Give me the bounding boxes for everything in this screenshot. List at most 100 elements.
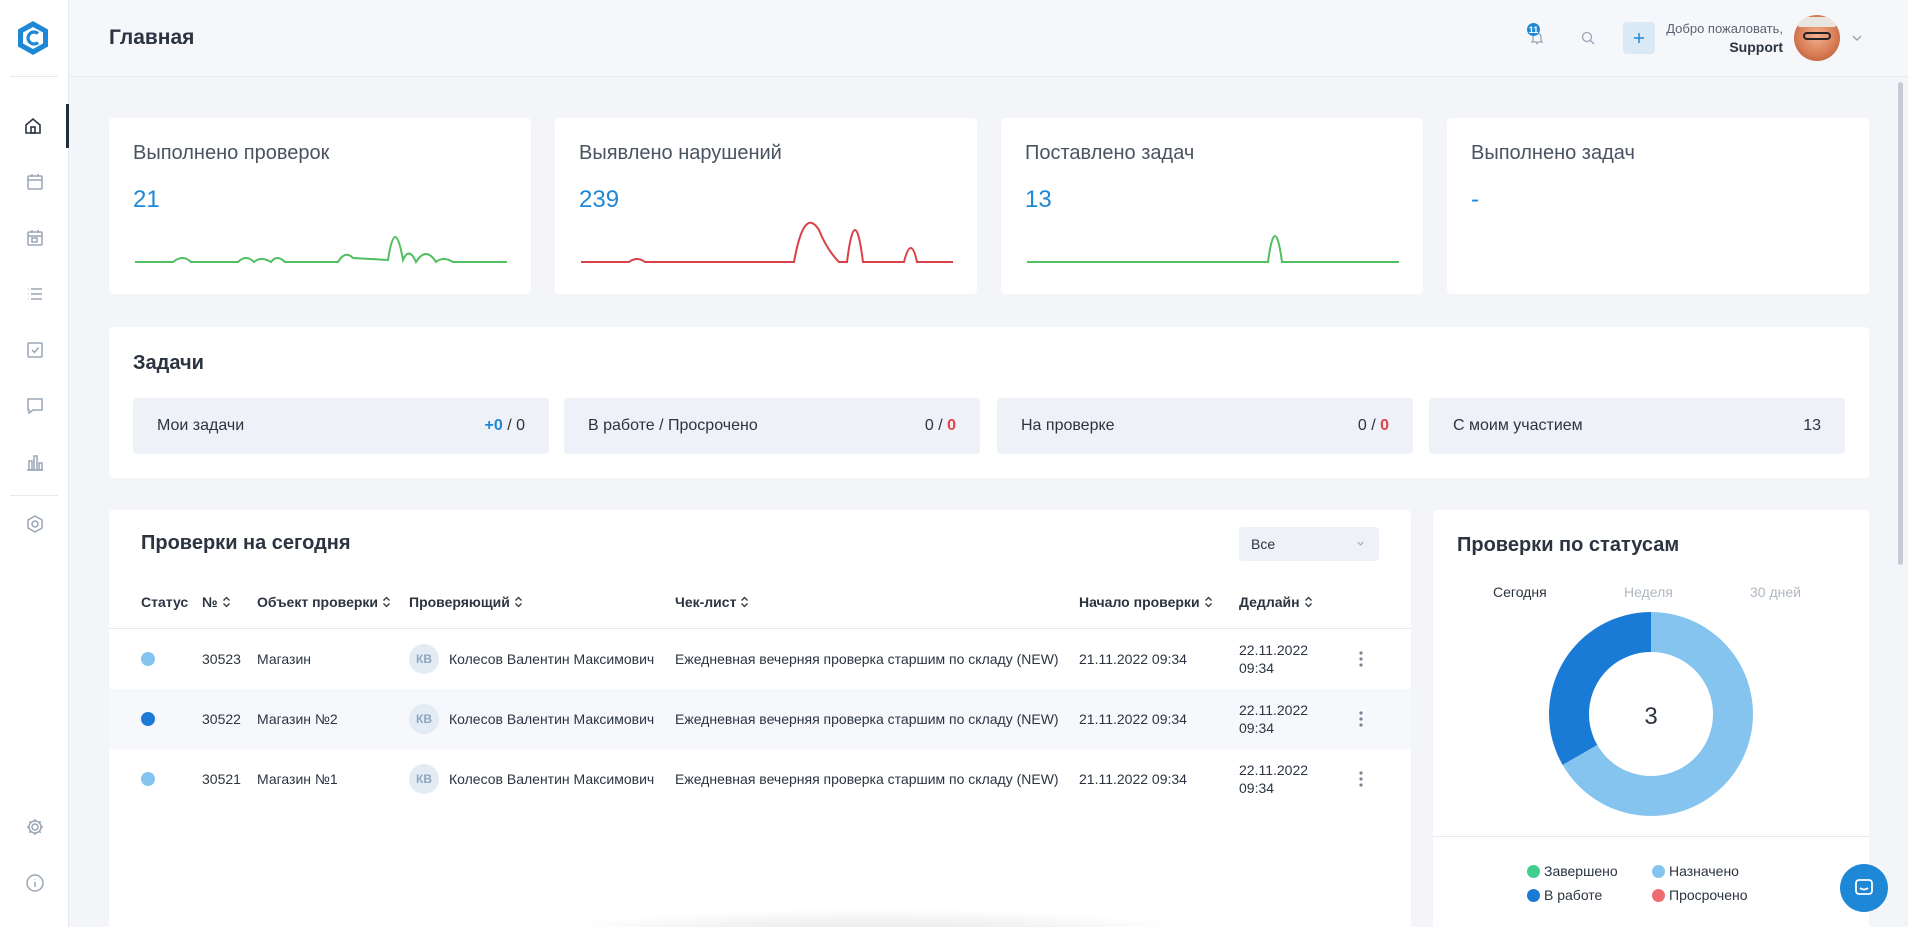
avatar[interactable] — [1794, 15, 1840, 61]
task-count: 13 — [1803, 417, 1821, 434]
chevron-down-icon — [1357, 541, 1364, 546]
cell-start: 21.11.2022 09:34 — [1079, 711, 1187, 727]
inspector-avatar: КВ — [409, 644, 439, 674]
status-dot — [141, 712, 155, 726]
chat-support-button[interactable] — [1840, 864, 1888, 912]
inspections-filter-select[interactable]: Все — [1239, 527, 1379, 561]
inspections-card: Проверки на сегодня Все Статус № Объект … — [109, 510, 1411, 927]
calendar-icon — [26, 174, 43, 190]
status-dot — [141, 772, 155, 786]
app-logo[interactable] — [17, 20, 49, 56]
column-header-object[interactable]: Объект проверки — [257, 594, 391, 610]
notifications-button[interactable]: 11 — [1521, 22, 1553, 54]
chat-icon — [1855, 879, 1873, 895]
legend-dot — [1527, 888, 1540, 902]
bar-chart-icon — [26, 455, 43, 471]
stat-card-checks-done: Выполнено проверок 21 — [109, 118, 531, 294]
legend-item-assigned: Назначено — [1652, 863, 1739, 879]
column-header-deadline[interactable]: Дедлайн — [1239, 594, 1313, 610]
sort-icon — [383, 596, 390, 608]
column-header-start[interactable]: Начало проверки — [1079, 594, 1213, 610]
status-dot — [141, 652, 155, 666]
task-label: Мои задачи — [157, 417, 245, 434]
column-header-checklist[interactable]: Чек-лист — [675, 594, 749, 610]
task-label: С моим участием — [1453, 417, 1583, 434]
page-scrollbar[interactable] — [1898, 82, 1903, 565]
inspections-title: Проверки на сегодня — [141, 532, 351, 554]
cell-start: 21.11.2022 09:34 — [1079, 771, 1187, 787]
info-icon — [25, 874, 44, 892]
search-button[interactable] — [1572, 22, 1604, 54]
tasks-title: Задачи — [133, 352, 204, 374]
tasks-card: Задачи Мои задачи +0 / 0 В работе / Прос… — [109, 327, 1869, 478]
sidebar-item-schedule[interactable] — [0, 216, 69, 260]
sparkline — [135, 236, 507, 265]
sort-icon — [1304, 596, 1312, 608]
sidebar-item-tasks[interactable] — [0, 328, 69, 372]
sidebar-divider — [10, 76, 58, 77]
status-divider — [1433, 836, 1869, 837]
stat-label: Выполнено задач — [1471, 142, 1635, 164]
task-with-me[interactable]: С моим участием 13 — [1429, 398, 1845, 454]
period-tab-30-days[interactable]: 30 дней — [1750, 584, 1801, 600]
sidebar-item-info[interactable] — [0, 861, 69, 905]
task-my-tasks[interactable]: Мои задачи +0 / 0 — [133, 398, 549, 454]
chevron-down-icon[interactable] — [1851, 32, 1863, 44]
column-header-number[interactable]: № — [202, 594, 231, 610]
stat-label: Выявлено нарушений — [579, 142, 782, 164]
table-row[interactable]: 30523 Магазин КВ Колесов Валентин Максимо… — [109, 629, 1411, 689]
plus-icon — [1634, 33, 1644, 43]
sidebar-item-modules[interactable] — [0, 502, 69, 546]
task-label: На проверке — [1021, 417, 1115, 434]
period-tab-today[interactable]: Сегодня — [1493, 584, 1547, 600]
table-row[interactable]: 30521 Магазин №1 КВ Колесов Валентин Макс… — [109, 749, 1411, 809]
cell-checklist: Ежедневная вечерняя проверка старшим по … — [675, 771, 1059, 787]
table-row[interactable]: 30522 Магазин №2 КВ Колесов Валентин Макс… — [109, 689, 1411, 749]
sort-icon — [1204, 596, 1212, 608]
task-new-count: +0 — [484, 417, 503, 434]
status-donut-chart: 3 — [1549, 612, 1753, 816]
cell-checklist: Ежедневная вечерняя проверка старшим по … — [675, 711, 1059, 727]
stat-card-tasks-set: Поставлено задач 13 — [1001, 118, 1423, 294]
stat-label: Поставлено задач — [1025, 142, 1195, 164]
status-card: Проверки по статусам Сегодня Неделя 30 д… — [1433, 510, 1869, 927]
sidebar-item-list[interactable] — [0, 272, 69, 316]
stat-card-tasks-done: Выполнено задач - — [1447, 118, 1869, 294]
stat-value: 239 — [579, 186, 620, 213]
cell-inspector: Колесов Валентин Максимович — [449, 651, 655, 667]
sidebar-divider — [10, 495, 58, 496]
task-on-review[interactable]: На проверке 0 / 0 — [997, 398, 1413, 454]
sidebar-item-settings[interactable] — [0, 805, 69, 849]
status-title: Проверки по статусам — [1457, 534, 1680, 556]
column-header-inspector[interactable]: Проверяющий — [409, 594, 523, 610]
more-options-icon[interactable] — [1359, 771, 1363, 787]
legend-dot — [1652, 864, 1665, 878]
sidebar-item-messages[interactable] — [0, 384, 69, 428]
top-header: Главная 11 Добро пожаловать, Support — [69, 0, 1908, 77]
cell-object: Магазин — [257, 651, 312, 667]
sidebar-item-home[interactable] — [0, 104, 69, 148]
more-options-icon[interactable] — [1359, 711, 1363, 727]
legend-dot — [1652, 888, 1665, 902]
sidebar-item-analytics[interactable] — [0, 440, 69, 484]
period-tab-week[interactable]: Неделя — [1624, 584, 1673, 600]
task-total-count: 0 — [516, 417, 525, 434]
cell-number: 30521 — [202, 771, 241, 787]
legend-dot — [1527, 864, 1540, 878]
page-title: Главная — [109, 26, 195, 49]
column-header-status: Статус — [141, 594, 189, 610]
sort-icon — [741, 596, 749, 608]
filter-value: Все — [1251, 536, 1276, 552]
stat-label: Выполнено проверок — [133, 142, 330, 164]
stat-value: - — [1471, 186, 1479, 213]
task-in-progress[interactable]: В работе / Просрочено 0 / 0 — [564, 398, 980, 454]
cell-number: 30522 — [202, 711, 241, 727]
user-name: Support — [1729, 39, 1783, 55]
sidebar-item-calendar[interactable] — [0, 160, 69, 204]
donut-slice-2[interactable] — [1549, 612, 1651, 765]
gear-icon — [26, 819, 43, 835]
inspector-avatar: КВ — [409, 764, 439, 794]
more-options-icon[interactable] — [1359, 651, 1363, 667]
add-button[interactable] — [1623, 22, 1655, 54]
sparkline — [581, 221, 953, 263]
